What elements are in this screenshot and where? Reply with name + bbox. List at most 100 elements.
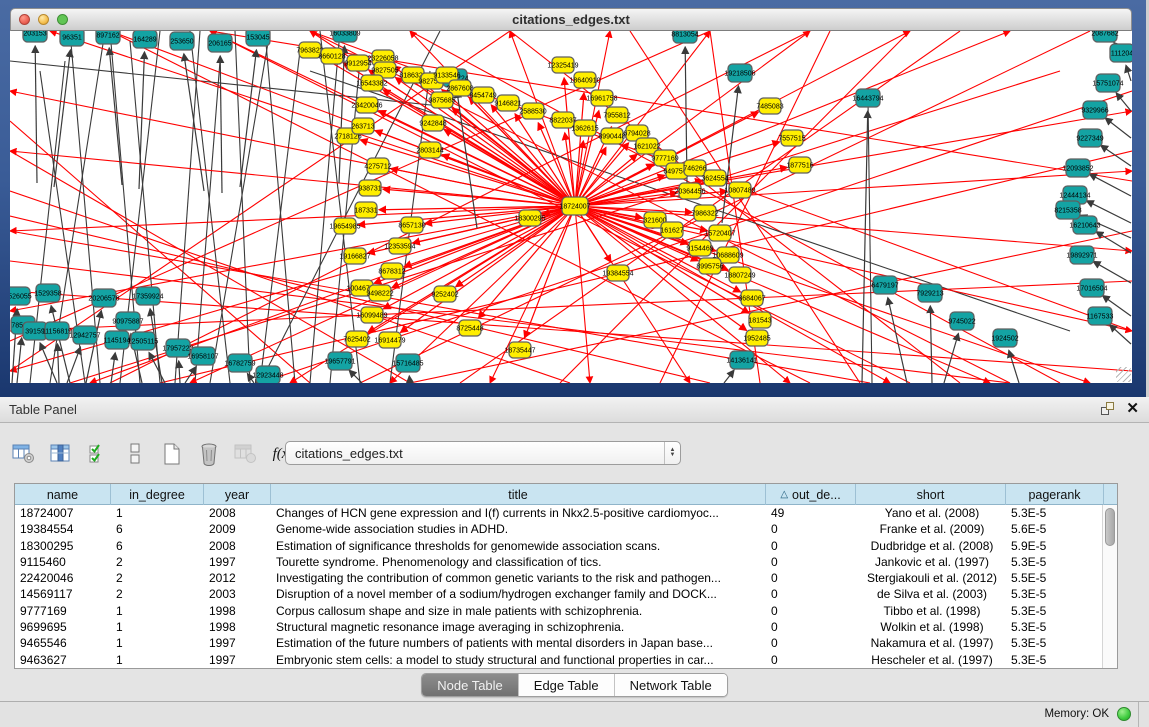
network-edge[interactable] bbox=[409, 376, 410, 383]
cell-year[interactable]: 1997 bbox=[204, 652, 271, 668]
cell-pagerank[interactable]: 5.3E-5 bbox=[1006, 603, 1104, 619]
network-node[interactable]: 16914479 bbox=[374, 332, 405, 348]
network-edge[interactable] bbox=[10, 151, 575, 206]
network-edge[interactable] bbox=[401, 206, 575, 332]
network-node[interactable]: 16033809 bbox=[329, 31, 360, 42]
network-node[interactable]: 1877516 bbox=[786, 157, 813, 173]
cell-year[interactable]: 2003 bbox=[204, 586, 271, 602]
network-node[interactable]: 2087682 bbox=[1091, 31, 1118, 42]
network-node[interactable]: 9227349 bbox=[1076, 129, 1103, 147]
cell-name[interactable]: 22420046 bbox=[15, 570, 111, 586]
network-node[interactable]: 8813054 bbox=[671, 31, 698, 43]
close-panel-icon[interactable]: ✕ bbox=[1126, 401, 1139, 416]
network-node[interactable]: 96351 bbox=[60, 31, 84, 46]
cell-title[interactable]: Embryonic stem cells: a model to study s… bbox=[271, 652, 766, 668]
delete-table-icon[interactable] bbox=[195, 440, 223, 468]
cell-title[interactable]: Genome-wide association studies in ADHD. bbox=[271, 521, 766, 537]
cell-year[interactable]: 2009 bbox=[204, 521, 271, 537]
network-edge[interactable] bbox=[179, 361, 180, 383]
cell-year[interactable]: 1997 bbox=[204, 635, 271, 651]
network-edge[interactable] bbox=[10, 206, 575, 231]
network-node[interactable]: 15716485 bbox=[392, 354, 423, 372]
network-edge[interactable] bbox=[862, 111, 868, 383]
network-node[interactable]: 15751074 bbox=[1092, 74, 1123, 92]
cell-pagerank[interactable]: 5.3E-5 bbox=[1006, 505, 1104, 521]
cell-title[interactable]: Changes of HCN gene expression and I(f) … bbox=[271, 505, 766, 521]
network-node[interactable]: 153045 bbox=[246, 31, 270, 46]
network-node[interactable]: 10807489 bbox=[724, 182, 755, 198]
network-node[interactable]: 253650 bbox=[170, 32, 194, 50]
table-row[interactable]: 946554611997Estimation of the future num… bbox=[15, 635, 1117, 651]
network-select[interactable]: citations_edges.txt ▲▼ bbox=[285, 441, 681, 465]
column-header-out_degree[interactable]: △out_de... bbox=[766, 484, 856, 505]
network-node[interactable]: 15720407 bbox=[704, 225, 735, 241]
table-row[interactable]: 911546021997Tourette syndrome. Phenomeno… bbox=[15, 554, 1117, 570]
network-node[interactable]: 9745022 bbox=[948, 312, 975, 330]
column-header-pagerank[interactable]: pagerank bbox=[1006, 484, 1104, 505]
cell-in_degree[interactable]: 2 bbox=[111, 586, 204, 602]
cell-year[interactable]: 2008 bbox=[204, 538, 271, 554]
network-node[interactable]: 19384554 bbox=[602, 265, 633, 281]
network-edge[interactable] bbox=[1110, 325, 1131, 344]
network-node[interactable]: 16099489 bbox=[356, 307, 387, 323]
network-node[interactable]: 206165 bbox=[208, 34, 232, 52]
network-edge[interactable] bbox=[868, 101, 872, 383]
network-node[interactable]: 19892971 bbox=[1066, 246, 1097, 264]
cell-short[interactable]: Nakamura et al. (1997) bbox=[856, 635, 1006, 651]
cell-in_degree[interactable]: 6 bbox=[111, 521, 204, 537]
network-node[interactable]: 20364456 bbox=[674, 183, 705, 199]
network-node[interactable]: 9154469 bbox=[686, 240, 713, 256]
cell-out_degree[interactable]: 0 bbox=[766, 538, 856, 554]
network-edge[interactable] bbox=[240, 50, 256, 187]
network-edge[interactable] bbox=[1101, 145, 1131, 166]
network-node[interactable]: 8660128 bbox=[318, 48, 345, 64]
show-columns-icon[interactable] bbox=[47, 440, 75, 468]
cell-title[interactable]: Tourette syndrome. Phenomenology and cla… bbox=[271, 554, 766, 570]
cell-out_degree[interactable]: 0 bbox=[766, 554, 856, 570]
column-header-name[interactable]: name bbox=[15, 484, 111, 505]
network-edge[interactable] bbox=[575, 171, 1132, 206]
network-edge[interactable] bbox=[10, 206, 575, 371]
table-row[interactable]: 1456911722003Disruption of a novel membe… bbox=[15, 586, 1117, 602]
cell-short[interactable]: de Silva et al. (2003) bbox=[856, 586, 1006, 602]
cell-pagerank[interactable]: 5.3E-5 bbox=[1006, 554, 1104, 570]
network-node[interactable]: 11156819 bbox=[42, 322, 72, 340]
network-node[interactable]: 8454749 bbox=[469, 87, 496, 103]
network-node[interactable]: 1529358 bbox=[34, 284, 61, 302]
network-edge[interactable] bbox=[349, 370, 362, 383]
cell-out_degree[interactable]: 0 bbox=[766, 652, 856, 668]
network-node-hub[interactable]: 18724007 bbox=[559, 197, 590, 215]
network-graph[interactable]: 2020657617359924785051391591115681912942… bbox=[10, 31, 1132, 383]
cell-name[interactable]: 9777169 bbox=[15, 603, 111, 619]
table-row[interactable]: 946362711997Embryonic stem cells: a mode… bbox=[15, 652, 1117, 668]
network-edge[interactable] bbox=[1116, 93, 1131, 111]
cell-title[interactable]: Investigating the contribution of common… bbox=[271, 570, 766, 586]
network-node[interactable]: 17359924 bbox=[132, 287, 163, 305]
network-edge[interactable] bbox=[575, 31, 1010, 206]
network-node[interactable]: 8995756 bbox=[696, 258, 723, 274]
import-table-icon[interactable] bbox=[232, 440, 260, 468]
cell-year[interactable]: 1997 bbox=[204, 554, 271, 570]
cell-short[interactable]: Hescheler et al. (1997) bbox=[856, 652, 1006, 668]
network-node[interactable]: 18807249 bbox=[724, 267, 755, 283]
network-node[interactable]: 16543382 bbox=[356, 75, 387, 91]
cell-title[interactable]: Estimation of the future numbers of pati… bbox=[271, 635, 766, 651]
cell-year[interactable]: 2012 bbox=[204, 570, 271, 586]
network-edge[interactable] bbox=[17, 338, 22, 383]
network-node[interactable]: 1952485 bbox=[743, 330, 770, 346]
cell-in_degree[interactable]: 1 bbox=[111, 619, 204, 635]
network-node[interactable]: 746266 bbox=[683, 160, 706, 176]
network-node[interactable]: 16443794 bbox=[852, 89, 883, 107]
select-all-icon[interactable] bbox=[84, 440, 112, 468]
network-node[interactable]: 9242848 bbox=[419, 115, 446, 131]
network-edge[interactable] bbox=[184, 54, 204, 191]
network-node[interactable]: 8990448 bbox=[598, 128, 625, 144]
network-edge[interactable] bbox=[1126, 65, 1131, 81]
modify-table-icon[interactable] bbox=[10, 440, 38, 468]
column-header-in_degree[interactable]: in_degree bbox=[111, 484, 204, 505]
network-edge[interactable] bbox=[1009, 350, 1019, 383]
network-node[interactable]: 19654985 bbox=[329, 218, 360, 234]
network-node[interactable]: 20206576 bbox=[88, 289, 119, 307]
network-edge[interactable] bbox=[57, 344, 59, 383]
network-node[interactable]: 8215358 bbox=[1054, 201, 1081, 219]
